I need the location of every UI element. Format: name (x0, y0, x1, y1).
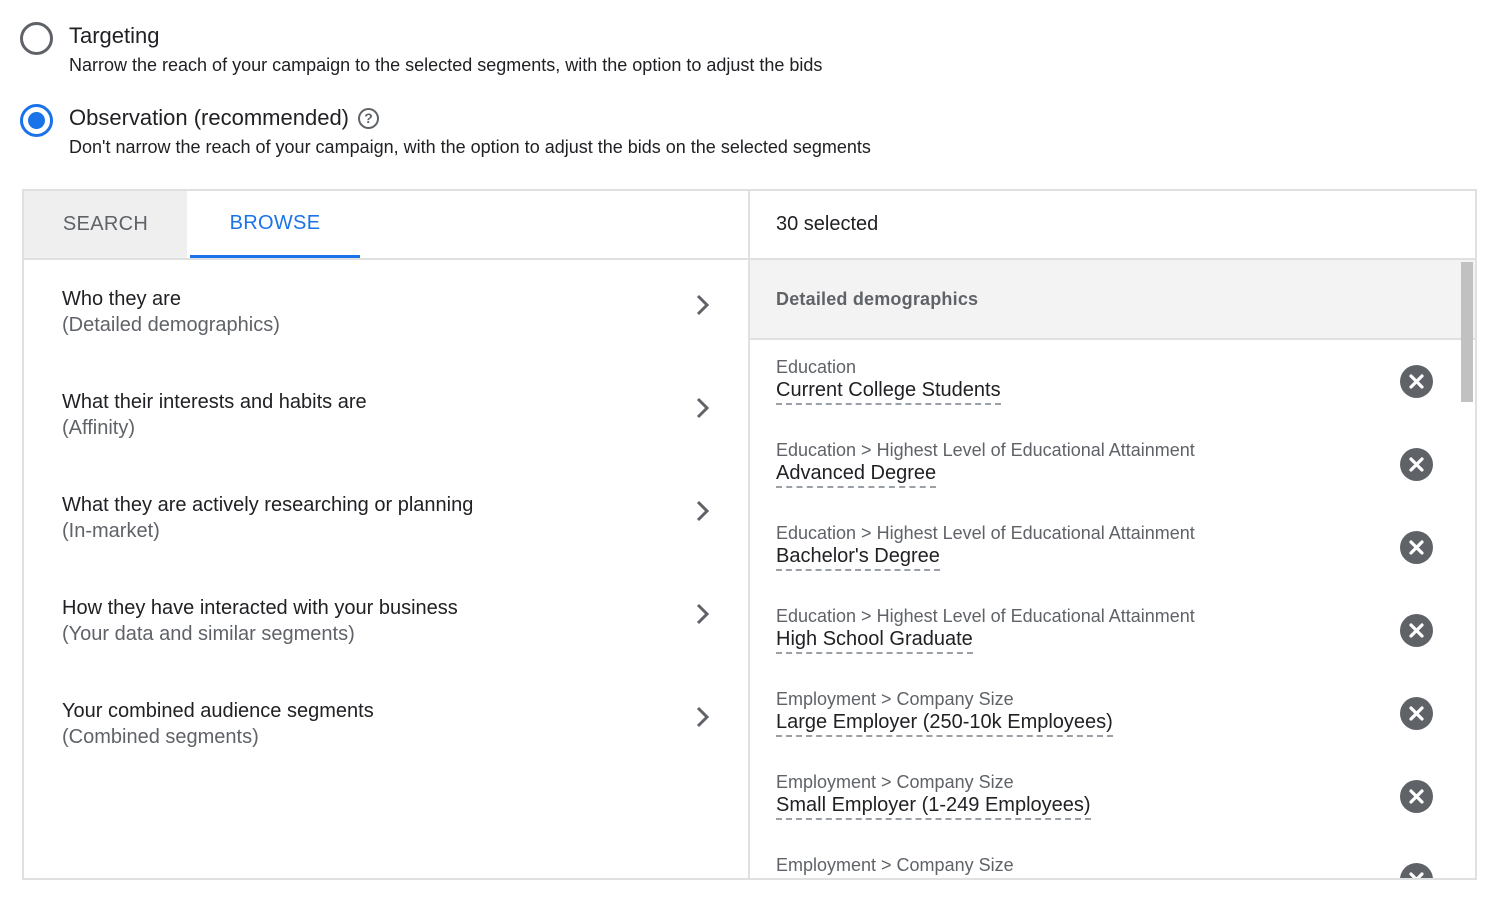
selected-item-value[interactable]: Current College Students (776, 378, 1001, 405)
remove-button[interactable] (1400, 863, 1433, 878)
selected-item-path: Employment > Company Size (776, 772, 1014, 792)
category-list: Who they are (Detailed demographics) Wha… (24, 260, 748, 775)
selected-item-path: Employment > Company Size (776, 855, 1014, 875)
selected-item-path: Employment > Company Size (776, 689, 1014, 709)
targeting-radio[interactable] (20, 22, 53, 55)
selected-list: Education Current College Students Educa… (750, 340, 1475, 878)
close-icon (1409, 789, 1424, 804)
close-icon (1409, 706, 1424, 721)
selected-item: Employment > Company Size Small Employer… (750, 755, 1475, 838)
close-icon (1409, 540, 1424, 555)
close-icon (1409, 623, 1424, 638)
selected-item-value[interactable]: Small Employer (1-249 Employees) (776, 793, 1091, 820)
observation-description: Don't narrow the reach of your campaign,… (69, 137, 871, 157)
category-title: Your combined audience segments (62, 700, 374, 722)
selected-item-value[interactable]: High School Graduate (776, 627, 973, 654)
category-subtitle: (Detailed demographics) (62, 314, 280, 336)
observation-radio[interactable] (20, 104, 53, 137)
tab-search[interactable]: SEARCH (24, 191, 187, 258)
observation-label: Observation (recommended) (69, 105, 350, 130)
category-title: What their interests and habits are (62, 391, 367, 413)
remove-button[interactable] (1400, 365, 1433, 398)
category-item-who-they-are[interactable]: Who they are (Detailed demographics) (24, 260, 748, 363)
chevron-right-icon (696, 294, 710, 316)
selected-item-path: Education > Highest Level of Educational… (776, 606, 1195, 626)
remove-button[interactable] (1400, 614, 1433, 647)
observation-label-row: Observation (recommended) ? (69, 104, 871, 132)
selected-item-path: Education > Highest Level of Educational… (776, 523, 1195, 543)
category-title: How they have interacted with your busin… (62, 597, 458, 619)
remove-button[interactable] (1400, 697, 1433, 730)
browse-pane: SEARCH BROWSE Who they are (Detailed dem… (24, 191, 750, 878)
selected-item: Employment > Company Size Large Employer… (750, 672, 1475, 755)
selected-item: Education > Highest Level of Educational… (750, 506, 1475, 589)
selected-item: Education Current College Students (750, 340, 1475, 423)
chevron-right-icon (696, 706, 710, 728)
category-subtitle: (Your data and similar segments) (62, 623, 355, 645)
observation-text: Observation (recommended) ? Don't narrow… (69, 104, 871, 160)
observation-option[interactable]: Observation (recommended) ? Don't narrow… (20, 104, 871, 160)
selected-item: Education > Highest Level of Educational… (750, 423, 1475, 506)
selected-item: Education > Highest Level of Educational… (750, 589, 1475, 672)
category-item-combined[interactable]: Your combined audience segments (Combine… (24, 672, 748, 775)
category-title: Who they are (62, 288, 181, 310)
selected-item-value[interactable]: Bachelor's Degree (776, 544, 940, 571)
targeting-label: Targeting (69, 23, 160, 48)
targeting-option[interactable]: Targeting Narrow the reach of your campa… (20, 22, 822, 78)
close-icon (1409, 872, 1424, 878)
selected-item-value[interactable]: Advanced Degree (776, 461, 937, 488)
selected-item-path: Education > Highest Level of Educational… (776, 440, 1195, 460)
targeting-text: Targeting Narrow the reach of your campa… (69, 22, 822, 78)
category-item-your-data[interactable]: How they have interacted with your busin… (24, 569, 748, 672)
tab-browse[interactable]: BROWSE (190, 191, 360, 258)
selected-count: 30 selected (750, 191, 1475, 260)
remove-button[interactable] (1400, 780, 1433, 813)
tab-bar: SEARCH BROWSE (24, 191, 748, 260)
close-icon (1409, 374, 1424, 389)
chevron-right-icon (696, 500, 710, 522)
selected-item-value[interactable]: Large Employer (250-10k Employees) (776, 710, 1113, 737)
targeting-description: Narrow the reach of your campaign to the… (69, 55, 823, 75)
category-item-interests[interactable]: What their interests and habits are (Aff… (24, 363, 748, 466)
category-subtitle: (Combined segments) (62, 726, 259, 748)
selected-pane: 30 selected Detailed demographics Educat… (750, 191, 1475, 878)
selected-item: Employment > Company Size (750, 838, 1475, 878)
audience-panel: SEARCH BROWSE Who they are (Detailed dem… (22, 189, 1477, 880)
remove-button[interactable] (1400, 448, 1433, 481)
selected-item-path: Education (776, 357, 857, 377)
chevron-right-icon (696, 603, 710, 625)
category-subtitle: (Affinity) (62, 417, 135, 439)
help-circle-icon[interactable]: ? (358, 107, 380, 129)
category-subtitle: (In-market) (62, 520, 160, 542)
close-icon (1409, 457, 1424, 472)
category-item-in-market[interactable]: What they are actively researching or pl… (24, 466, 748, 569)
chevron-right-icon (696, 397, 710, 419)
category-title: What they are actively researching or pl… (62, 494, 474, 516)
selected-group-header: Detailed demographics (750, 260, 1475, 340)
remove-button[interactable] (1400, 531, 1433, 564)
